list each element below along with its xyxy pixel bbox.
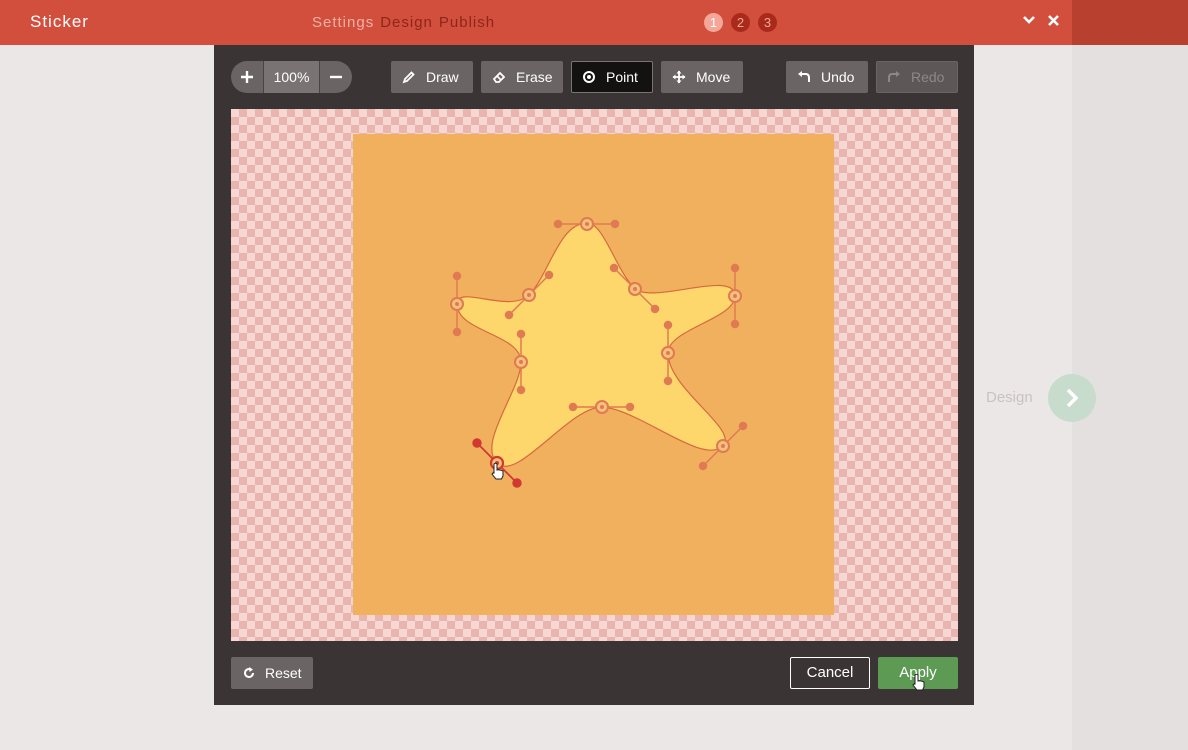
- move-tool-button[interactable]: Move: [661, 61, 743, 93]
- undo-label: Undo: [821, 69, 855, 85]
- app-title: Sticker: [30, 12, 89, 31]
- minus-icon: [330, 75, 342, 79]
- erase-tool-label: Erase: [516, 69, 553, 85]
- target-icon: [583, 71, 595, 83]
- refresh-icon: [244, 667, 254, 678]
- step-dot-1[interactable]: 1: [704, 13, 723, 32]
- step-link-settings[interactable]: Settings: [312, 14, 374, 31]
- plus-icon: [241, 71, 253, 83]
- point-tool-label: Point: [606, 69, 638, 85]
- editor-canvas[interactable]: [231, 109, 958, 641]
- eraser-icon: [492, 71, 506, 83]
- reset-button[interactable]: Reset: [231, 657, 313, 689]
- sticker-editor-dialog: 100% Draw Erase Point Move Undo Redo Res…: [214, 45, 974, 705]
- top-bar: Sticker Settings Design Publish 1 2 3: [0, 0, 1072, 45]
- chevron-down-icon[interactable]: [1022, 12, 1036, 32]
- zoom-in-button[interactable]: [231, 61, 264, 93]
- step-link-design[interactable]: Design: [380, 14, 433, 31]
- redo-label: Redo: [911, 69, 945, 85]
- undo-button[interactable]: Undo: [786, 61, 868, 93]
- redo-icon: [888, 71, 900, 82]
- erase-tool-button[interactable]: Erase: [481, 61, 563, 93]
- point-tool-button[interactable]: Point: [571, 61, 653, 93]
- next-step-button[interactable]: [1048, 374, 1096, 422]
- zoom-out-button[interactable]: [319, 61, 352, 93]
- draw-tool-button[interactable]: Draw: [391, 61, 473, 93]
- pencil-icon: [402, 71, 415, 84]
- step-indicator: 1 2 3: [704, 13, 777, 32]
- step-link-publish[interactable]: Publish: [439, 14, 495, 31]
- steps-nav: Settings Design Publish: [312, 14, 495, 31]
- draw-tool-label: Draw: [426, 69, 459, 85]
- redo-button[interactable]: Redo: [876, 61, 958, 93]
- next-step-label: Design: [986, 389, 1033, 406]
- cancel-button[interactable]: Cancel: [790, 657, 870, 689]
- sticker-preview[interactable]: [353, 134, 834, 615]
- zoom-level: 100%: [264, 61, 319, 93]
- move-arrows-icon: [672, 70, 686, 84]
- step-dot-2[interactable]: 2: [731, 13, 750, 32]
- undo-icon: [798, 71, 810, 82]
- zoom-control: 100%: [231, 61, 352, 93]
- step-dot-3[interactable]: 3: [758, 13, 777, 32]
- reset-label: Reset: [265, 665, 302, 681]
- top-bar-right: [1072, 0, 1188, 45]
- close-icon[interactable]: [1047, 12, 1060, 32]
- chevron-right-icon: [1066, 388, 1079, 408]
- hand-cursor-icon: [912, 674, 925, 691]
- move-tool-label: Move: [696, 69, 731, 85]
